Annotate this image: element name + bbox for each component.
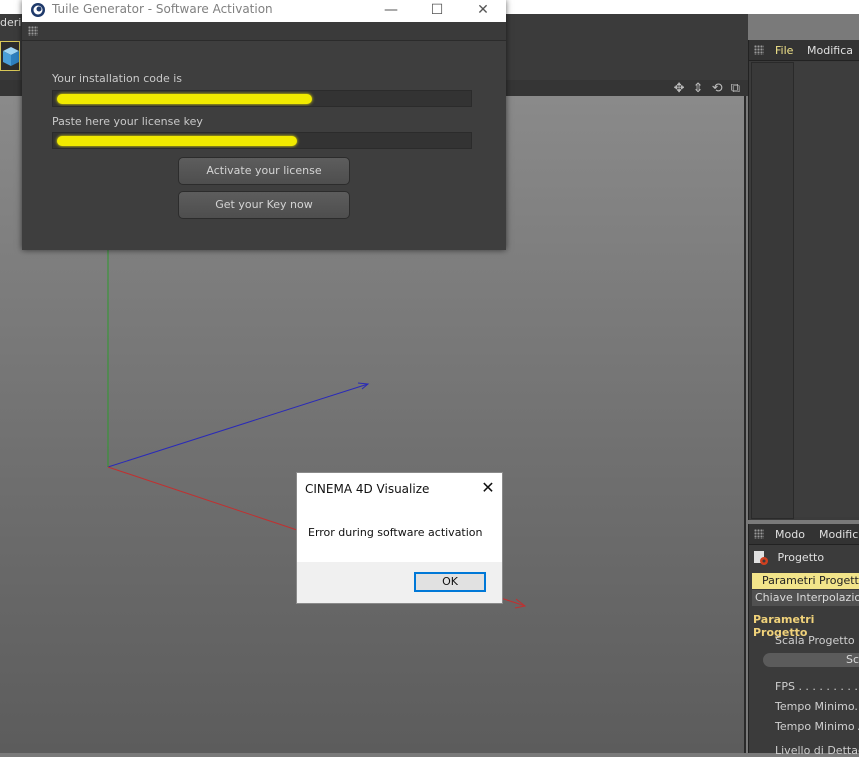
viewport-nav-icons[interactable]: ✥ ⇕ ⟲ ⧉ bbox=[674, 81, 742, 96]
tuile-toolbar-strip bbox=[22, 22, 506, 41]
object-list-area[interactable] bbox=[751, 62, 794, 519]
tuile-window-title: Tuile Generator - Software Activation bbox=[52, 2, 273, 16]
license-key-redaction bbox=[57, 136, 297, 146]
attr-row-tempo-minimo: Tempo Minimo. . . bbox=[775, 700, 859, 713]
cube-icon bbox=[3, 47, 19, 66]
cube-tool-button[interactable] bbox=[0, 41, 20, 71]
installation-code-redaction bbox=[57, 94, 312, 104]
menu-modifica[interactable]: Modifica bbox=[807, 44, 853, 57]
dialog-close-icon[interactable]: ✕ bbox=[478, 478, 498, 498]
get-key-button[interactable]: Get your Key now bbox=[178, 191, 350, 219]
object-tags-area[interactable] bbox=[793, 62, 859, 517]
ok-button[interactable]: OK bbox=[414, 572, 486, 592]
tuile-activation-window: Tuile Generator - Software Activation — … bbox=[22, 0, 506, 250]
attr-row-tempo-minimo-a: Tempo Minimo A bbox=[775, 720, 859, 733]
dialog-message: Error during software activation bbox=[308, 526, 483, 539]
attr-row-fps: FPS . . . . . . . . . . . bbox=[775, 680, 859, 693]
object-manager-menubar: File Modifica bbox=[749, 40, 859, 61]
attr-row-livello: Livello di Dettag bbox=[775, 744, 859, 757]
z-axis-line bbox=[107, 383, 369, 468]
close-button[interactable]: ✕ bbox=[460, 0, 506, 22]
attr-row-scala: Scala Progetto . . bbox=[775, 634, 859, 647]
minimize-button[interactable]: — bbox=[368, 0, 414, 22]
error-dialog: CINEMA 4D Visualize ✕ Error during softw… bbox=[296, 472, 503, 604]
window-grip-icon[interactable] bbox=[28, 26, 38, 36]
maximize-button[interactable]: ☐ bbox=[414, 0, 460, 22]
tab-chiave-interpolazione[interactable]: Chiave Interpolazion bbox=[752, 590, 859, 606]
menu-modifica-attr[interactable]: Modific bbox=[819, 528, 858, 541]
license-key-label: Paste here your license key bbox=[52, 115, 203, 128]
tuile-titlebar[interactable]: Tuile Generator - Software Activation — … bbox=[22, 0, 506, 22]
project-row[interactable]: Progetto bbox=[753, 550, 824, 566]
dialog-footer: OK bbox=[297, 562, 502, 603]
panel-grip-icon[interactable] bbox=[754, 529, 764, 539]
project-label: Progetto bbox=[777, 551, 825, 564]
attribute-manager-panel: Modo Modific Progetto Parametri Progetto… bbox=[748, 524, 859, 757]
menu-item-partial[interactable]: deri bbox=[0, 16, 21, 29]
installation-code-field[interactable] bbox=[52, 90, 472, 107]
installation-code-label: Your installation code is bbox=[52, 72, 183, 85]
cinema4d-app-icon bbox=[31, 3, 45, 17]
panel-grip-icon[interactable] bbox=[754, 45, 764, 55]
object-manager-panel: File Modifica bbox=[748, 40, 859, 520]
tab-parametri-progetto[interactable]: Parametri Progetto bbox=[752, 573, 859, 589]
menu-modo[interactable]: Modo bbox=[775, 528, 805, 541]
activate-license-button[interactable]: Activate your license bbox=[178, 157, 350, 185]
license-key-input[interactable] bbox=[52, 132, 472, 149]
attribute-manager-menubar: Modo Modific bbox=[749, 524, 859, 545]
dialog-title: CINEMA 4D Visualize bbox=[305, 482, 430, 496]
project-gear-icon bbox=[754, 551, 768, 565]
menu-file[interactable]: File bbox=[775, 44, 793, 57]
scala-progetto-field[interactable]: Sc bbox=[763, 653, 859, 667]
